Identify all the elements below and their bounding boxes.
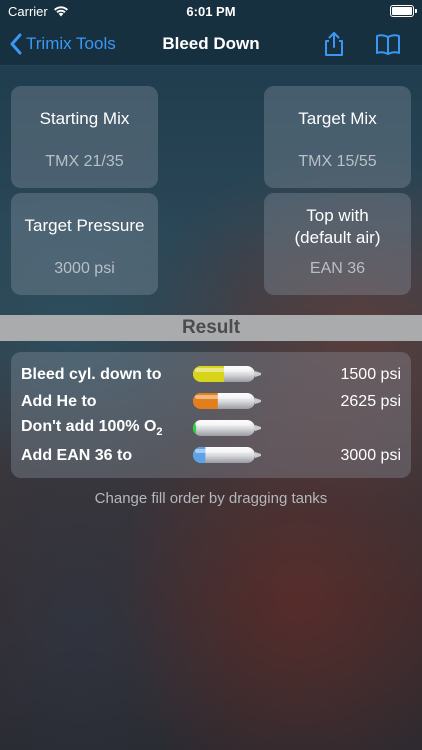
row-value: 2625 psi xyxy=(340,392,402,410)
top-with-title-line1: Top with xyxy=(306,206,369,225)
back-button[interactable]: Trimix Tools xyxy=(10,22,116,66)
row-label: Add EAN 36 to xyxy=(21,446,133,464)
row-value: 3000 psi xyxy=(340,446,402,464)
starting-mix-card[interactable]: Starting Mix TMX 21/35 xyxy=(11,86,158,188)
row-label: Add He to xyxy=(21,392,97,410)
starting-mix-value: TMX 21/35 xyxy=(45,153,124,170)
target-pressure-value: 3000 psi xyxy=(54,260,115,277)
tank-shine xyxy=(195,368,251,372)
tank-shine xyxy=(195,395,251,399)
book-icon[interactable] xyxy=(374,30,402,58)
starting-mix-title: Starting Mix xyxy=(39,109,130,128)
result-panel: Bleed cyl. down to 1500 psi Add He to 26… xyxy=(11,352,411,478)
row-label: Bleed cyl. down to xyxy=(21,365,162,383)
tank-icon[interactable] xyxy=(192,392,264,410)
row-label: Don't add 100% O2 xyxy=(21,418,163,438)
tank-valve xyxy=(255,452,261,458)
target-mix-value: TMX 15/55 xyxy=(298,153,377,170)
tank-icon[interactable] xyxy=(192,365,264,383)
row-label-text: Don't add 100% O xyxy=(21,418,157,436)
target-mix-title: Target Mix xyxy=(298,109,377,128)
top-with-title-line2: (default air) xyxy=(294,228,381,247)
target-pressure-title: Target Pressure xyxy=(24,216,145,235)
tank-valve xyxy=(255,371,261,377)
status-right xyxy=(390,5,417,17)
row-value: 1500 psi xyxy=(340,365,402,383)
tank-fill xyxy=(193,420,197,436)
status-bar: Carrier 6:01 PM xyxy=(0,0,422,22)
tank-icon[interactable] xyxy=(192,419,264,437)
top-with-value: EAN 36 xyxy=(309,260,366,277)
tank-icon[interactable] xyxy=(192,446,264,464)
share-icon[interactable] xyxy=(320,30,348,58)
battery-level xyxy=(392,7,412,15)
tank-valve xyxy=(255,425,261,431)
navigation-bar: Trimix Tools Bleed Down xyxy=(0,22,422,66)
result-row-bleed: Bleed cyl. down to 1500 psi xyxy=(11,361,411,388)
top-with-title: Top with (default air) xyxy=(295,205,381,249)
top-with-card[interactable]: Top with (default air) EAN 36 xyxy=(264,193,411,295)
result-header: Result xyxy=(0,315,422,341)
result-row-oxygen: Don't add 100% O2 xyxy=(11,415,411,442)
target-mix-card[interactable]: Target Mix TMX 15/55 xyxy=(264,86,411,188)
drag-hint: Change fill order by dragging tanks xyxy=(94,490,328,507)
tank-valve xyxy=(255,398,261,404)
target-pressure-card[interactable]: Target Pressure 3000 psi xyxy=(11,193,158,295)
result-row-helium: Add He to 2625 psi xyxy=(11,388,411,415)
chevron-left-icon xyxy=(10,33,22,55)
tank-shine xyxy=(195,449,251,453)
row-label-subscript: 2 xyxy=(156,426,163,439)
tank-shine xyxy=(195,422,251,426)
result-row-top: Add EAN 36 to 3000 psi xyxy=(11,442,411,469)
battery-icon xyxy=(390,5,417,17)
status-time: 6:01 PM xyxy=(186,3,236,19)
back-button-label: Trimix Tools xyxy=(26,34,116,53)
